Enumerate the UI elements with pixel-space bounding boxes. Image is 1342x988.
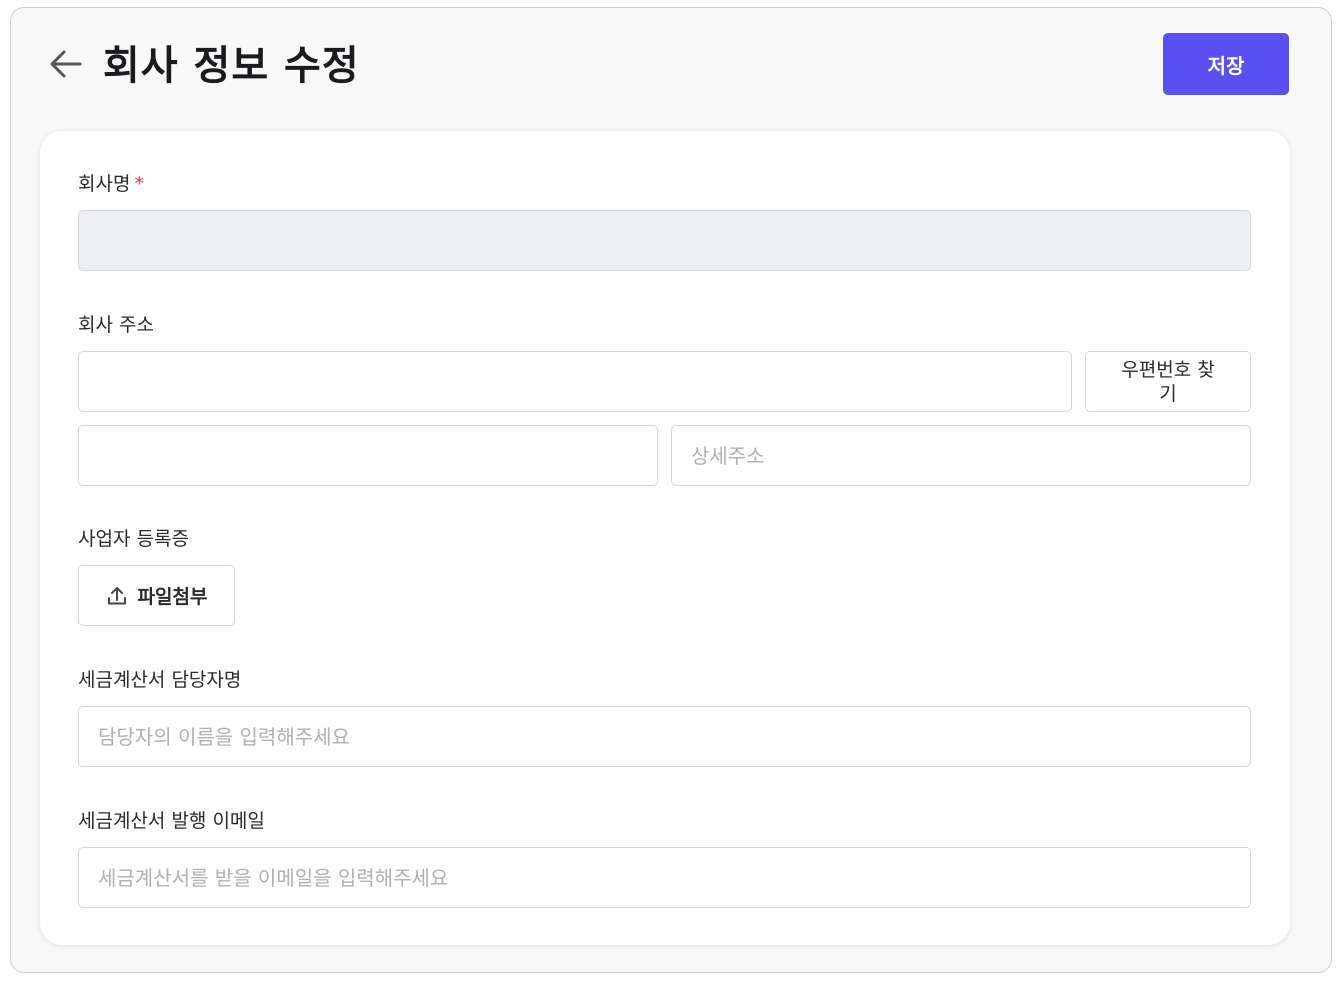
tax-invoice-manager-input[interactable] — [78, 706, 1251, 767]
tax-invoice-manager-label: 세금계산서 담당자명 — [78, 669, 242, 691]
required-mark: * — [134, 173, 144, 195]
tax-invoice-email-input[interactable] — [78, 847, 1251, 908]
company-name-label-text: 회사명 — [78, 173, 131, 195]
detail-address-input[interactable] — [671, 425, 1251, 486]
postcode-search-button[interactable]: 우편번호 찾기 — [1085, 351, 1251, 412]
company-name-label: 회사명 * — [78, 171, 144, 197]
tax-invoice-email-label: 세금계산서 발행 이메일 — [78, 810, 265, 832]
back-button[interactable] — [46, 44, 86, 84]
arrow-left-icon — [50, 50, 82, 78]
file-attach-button[interactable]: 파일첨부 — [78, 565, 235, 626]
file-attach-label: 파일첨부 — [137, 586, 208, 608]
business-registration-label: 사업자 등록증 — [78, 528, 189, 550]
company-address-label: 회사 주소 — [78, 314, 154, 336]
page-title: 회사 정보 수정 — [103, 43, 360, 89]
postcode-input[interactable] — [78, 425, 658, 486]
save-button[interactable]: 저장 — [1163, 33, 1289, 95]
address-input[interactable] — [78, 351, 1072, 412]
app-frame: 회사 정보 수정 저장 회사명* 회사 주소 우편번호 찾기 사업자 등록증 파… — [10, 7, 1332, 973]
page-header: 회사 정보 수정 저장 — [11, 8, 1331, 128]
upload-icon — [106, 585, 128, 607]
form-card: 회사명* 회사 주소 우편번호 찾기 사업자 등록증 파일첨부 세금계산서 담당… — [40, 131, 1290, 945]
company-name-input[interactable] — [78, 210, 1251, 271]
